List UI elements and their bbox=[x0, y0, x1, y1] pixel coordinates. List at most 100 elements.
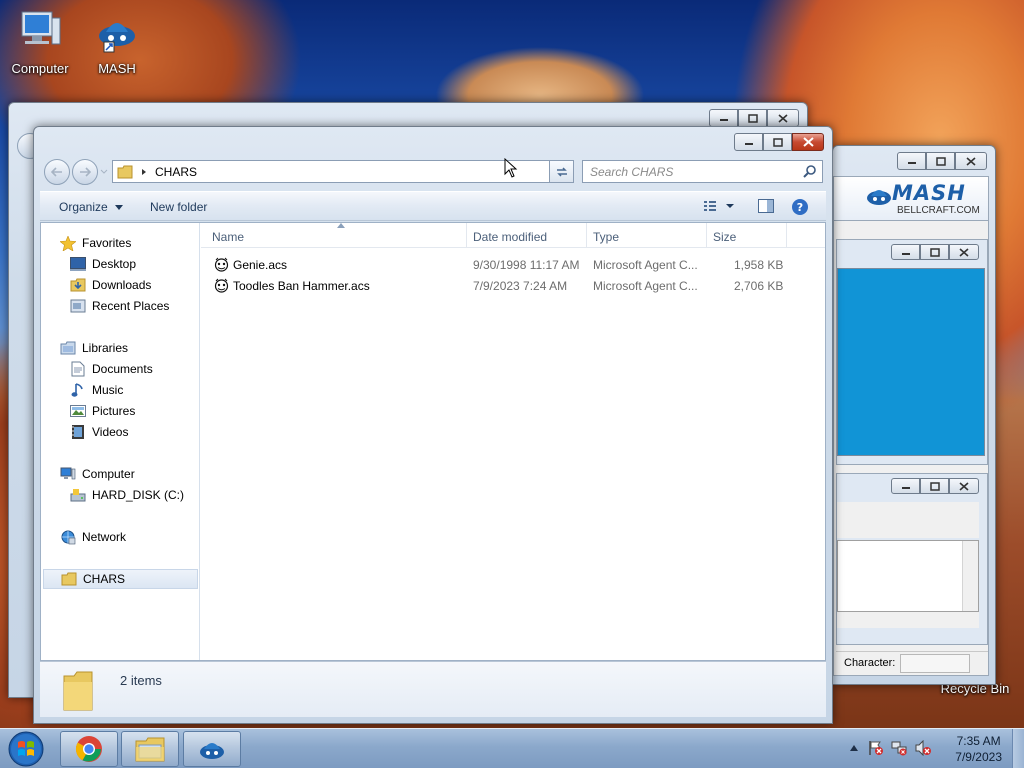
pictures-icon bbox=[70, 405, 86, 417]
minimize-button[interactable] bbox=[891, 244, 920, 260]
restore-icon bbox=[929, 247, 940, 257]
minimize-button[interactable] bbox=[891, 478, 920, 494]
nav-item-label: Pictures bbox=[92, 404, 136, 418]
mash-banner: MASH BELLCRAFT.COM bbox=[834, 177, 988, 221]
horizontal-scrollbar[interactable] bbox=[837, 612, 979, 628]
vertical-scrollbar[interactable] bbox=[962, 541, 978, 611]
mash-script-text-area[interactable] bbox=[837, 540, 979, 612]
close-button[interactable] bbox=[949, 478, 979, 494]
maximize-button[interactable] bbox=[763, 133, 792, 151]
network-status-icon[interactable] bbox=[891, 740, 908, 756]
nav-item-desktop[interactable]: Desktop bbox=[69, 254, 136, 274]
restore-icon bbox=[929, 481, 940, 491]
computer-icon bbox=[21, 11, 61, 45]
show-hidden-icons-icon[interactable] bbox=[850, 745, 858, 751]
network-icon bbox=[61, 530, 76, 544]
star-icon bbox=[60, 235, 76, 251]
new-folder-button[interactable]: New folder bbox=[150, 200, 207, 214]
start-button[interactable] bbox=[4, 730, 48, 768]
taskbar-button-mash[interactable] bbox=[183, 731, 241, 767]
search-icon bbox=[803, 165, 816, 178]
character-label: Character: bbox=[844, 657, 896, 669]
column-header-size[interactable]: Size bbox=[713, 230, 736, 244]
close-button[interactable] bbox=[949, 244, 979, 260]
table-row[interactable]: Toodles Ban Hammer.acs 7/9/2023 7:24 AM … bbox=[201, 276, 825, 296]
mash-sub-window-preview[interactable] bbox=[836, 239, 988, 465]
column-divider[interactable] bbox=[786, 223, 787, 247]
organize-button[interactable]: Organize bbox=[59, 200, 124, 214]
file-name: Toodles Ban Hammer.acs bbox=[233, 279, 370, 293]
close-icon bbox=[778, 113, 788, 123]
mash-sub-window-script[interactable] bbox=[836, 473, 988, 645]
nav-item-label: CHARS bbox=[83, 572, 126, 586]
forward-button[interactable] bbox=[72, 159, 98, 185]
nav-item-recent-places[interactable]: Recent Places bbox=[69, 296, 169, 316]
desktop-icon-computer[interactable]: Computer bbox=[4, 10, 76, 76]
nav-item-videos[interactable]: Videos bbox=[69, 422, 128, 442]
volume-muted-icon[interactable] bbox=[915, 740, 932, 756]
address-row: CHARS Search CHARS bbox=[40, 157, 826, 187]
column-divider[interactable] bbox=[466, 223, 467, 247]
nav-item-downloads[interactable]: Downloads bbox=[69, 275, 151, 295]
minimize-icon bbox=[901, 253, 910, 255]
column-header-date-modified[interactable]: Date modified bbox=[473, 230, 547, 244]
column-divider[interactable] bbox=[706, 223, 707, 247]
character-field[interactable] bbox=[900, 654, 970, 673]
close-button[interactable] bbox=[767, 109, 799, 127]
mash-script-toolbar bbox=[837, 502, 979, 538]
table-row[interactable]: Genie.acs 9/30/1998 11:17 AM Microsoft A… bbox=[201, 255, 825, 275]
new-folder-label: New folder bbox=[150, 200, 208, 214]
recent-pages-chevron-icon bbox=[100, 169, 108, 174]
mash-window[interactable]: MASH BELLCRAFT.COM Character: bbox=[832, 145, 996, 685]
column-header-type[interactable]: Type bbox=[593, 230, 619, 244]
close-button[interactable] bbox=[955, 152, 987, 170]
nav-item-label: Libraries bbox=[82, 341, 129, 355]
minimize-button[interactable] bbox=[897, 152, 926, 170]
nav-item-label: Favorites bbox=[82, 236, 132, 250]
maximize-button[interactable] bbox=[920, 478, 949, 494]
nav-item-libraries[interactable]: Libraries bbox=[59, 338, 128, 358]
maximize-button[interactable] bbox=[738, 109, 767, 127]
nav-item-favorites[interactable]: Favorites bbox=[59, 233, 131, 253]
arrow-right-icon bbox=[80, 167, 91, 177]
window-caption-buttons bbox=[891, 244, 979, 260]
close-button[interactable] bbox=[792, 133, 824, 151]
nav-item-documents[interactable]: Documents bbox=[69, 359, 153, 379]
navigation-pane[interactable]: Favorites Desktop Downloads Recent Place… bbox=[41, 223, 200, 660]
clock[interactable]: 7:35 AM 7/9/2023 bbox=[955, 733, 1002, 765]
taskbar-button-explorer[interactable] bbox=[121, 731, 179, 767]
column-header-name[interactable]: Name bbox=[212, 230, 244, 244]
show-desktop-button[interactable] bbox=[1012, 729, 1024, 768]
search-box[interactable]: Search CHARS bbox=[582, 160, 823, 183]
nav-item-label: Recent Places bbox=[92, 299, 170, 313]
downloads-folder-icon bbox=[70, 278, 86, 292]
nav-item-pictures[interactable]: Pictures bbox=[69, 401, 135, 421]
nav-item-music[interactable]: Music bbox=[69, 380, 123, 400]
explorer-window[interactable]: CHARS Search CHARS Organize New folder ?… bbox=[33, 126, 833, 724]
preview-pane-button[interactable] bbox=[757, 198, 775, 217]
file-list[interactable]: Name Date modified Type Size Genie.acs 9… bbox=[201, 223, 825, 660]
desktop-icon bbox=[70, 257, 86, 271]
maximize-button[interactable] bbox=[926, 152, 955, 170]
nav-item-computer[interactable]: Computer bbox=[59, 464, 135, 484]
nav-item-hard-disk[interactable]: HARD_DISK (C:) bbox=[69, 485, 184, 505]
back-button[interactable] bbox=[44, 159, 70, 185]
nav-item-network[interactable]: Network bbox=[59, 527, 126, 547]
videos-icon bbox=[72, 425, 84, 439]
minimize-button[interactable] bbox=[734, 133, 763, 151]
clock-time: 7:35 AM bbox=[956, 734, 1001, 748]
column-divider[interactable] bbox=[586, 223, 587, 247]
maximize-button[interactable] bbox=[920, 244, 949, 260]
refresh-button[interactable] bbox=[549, 160, 574, 183]
nav-item-chars[interactable]: CHARS bbox=[43, 569, 198, 589]
help-button[interactable]: ? bbox=[791, 198, 809, 219]
change-view-button[interactable] bbox=[702, 198, 738, 217]
action-center-flag-icon[interactable] bbox=[868, 740, 884, 756]
minimize-button[interactable] bbox=[709, 109, 738, 127]
hard-disk-icon bbox=[70, 489, 86, 502]
agent-character-icon bbox=[214, 257, 229, 272]
close-icon bbox=[802, 137, 814, 147]
breadcrumb-segment[interactable]: CHARS bbox=[155, 165, 197, 179]
desktop-icon-mash[interactable]: MASH bbox=[81, 12, 153, 76]
taskbar-button-chrome[interactable] bbox=[60, 731, 118, 767]
